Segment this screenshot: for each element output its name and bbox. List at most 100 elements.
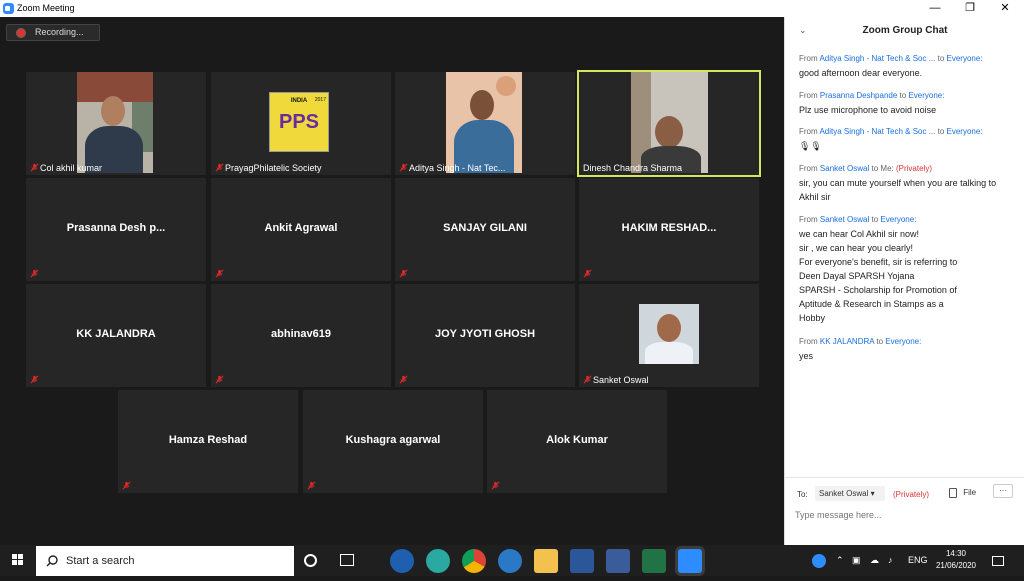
mic-muted-icon [583, 269, 592, 278]
excel-icon[interactable] [642, 549, 666, 573]
active-speaker-tile[interactable]: Dinesh Chandra Sharma [577, 70, 761, 177]
participant-photo [639, 304, 699, 364]
clock-time: 14:30 [945, 549, 967, 558]
logo-text: PPS [278, 111, 320, 133]
word-icon[interactable] [570, 549, 594, 573]
mic-muted-icon [491, 481, 500, 490]
participant-tile[interactable]: HAKIM RESHAD... [579, 178, 759, 281]
file-button[interactable]: File [949, 488, 976, 498]
tray-app-icon[interactable]: ▣ [852, 545, 861, 576]
message-meta: From KK JALANDRA to Everyone: [799, 337, 922, 346]
search-placeholder: Start a search [66, 555, 135, 567]
title-bar: Zoom Meeting — ❐ ✕ [0, 0, 1024, 17]
taskbar: Start a search ⌃ ▣ ☁ ♪ ENG 14:30 21/06/2… [0, 545, 1024, 576]
to-label: To: [797, 490, 808, 499]
message-meta: From Prasanna Deshpande to Everyone: [799, 91, 945, 100]
clock-date: 21/06/2020 [935, 561, 977, 570]
message-text: 🎙🎙 [799, 141, 822, 151]
mic-muted-icon [399, 163, 408, 172]
chat-message: From Aditya Singh - Nat Tech & Soc ... t… [799, 52, 1013, 80]
participant-tile[interactable]: JOY JYOTI GHOSH [395, 284, 575, 387]
message-text: sir, you can mute yourself when you are … [799, 178, 997, 202]
language-indicator[interactable]: ENG [908, 545, 928, 576]
search-icon [46, 555, 58, 567]
mic-muted-icon [215, 269, 224, 278]
participant-tile[interactable]: Hamza Reshad [118, 390, 298, 493]
participant-tile[interactable]: KK JALANDRA [26, 284, 206, 387]
society-logo: INDIA PPS 2017 [269, 92, 329, 152]
help-icon[interactable] [812, 545, 828, 576]
chat-message: From Sanket Oswal to Me: (Privately) sir… [799, 162, 1013, 204]
recipient-select[interactable]: Sanket Oswal ▾ [815, 486, 885, 501]
message-line: For everyone's benefit, sir is referring… [799, 257, 958, 267]
chrome-icon[interactable] [462, 549, 486, 573]
participant-tile[interactable]: SANJAY GILANI [395, 178, 575, 281]
edge-icon[interactable] [426, 549, 450, 573]
chat-panel: ⌄ Zoom Group Chat From Aditya Singh - Na… [784, 17, 1024, 545]
volume-icon[interactable]: ♪ [888, 545, 893, 576]
chat-title: Zoom Group Chat [862, 25, 948, 36]
message-line: Hobby [799, 313, 826, 323]
start-button[interactable] [0, 545, 36, 576]
zoom-logo-icon [3, 3, 14, 14]
participant-name: SANJAY GILANI [443, 222, 527, 234]
mic-muted-icon [399, 375, 408, 384]
video-gallery: Recording... Col akhil kumar INDIA PPS 2… [0, 17, 784, 545]
mic-muted-icon [399, 269, 408, 278]
message-line: sir , we can hear you clearly! [799, 243, 914, 253]
participant-tile[interactable]: Aditya Singh - Nat Tec... [395, 72, 575, 175]
more-button[interactable]: ··· [993, 484, 1013, 498]
minimize-button[interactable]: — [918, 0, 952, 17]
chat-composer: To: Sanket Oswal ▾ (Privately) File ··· [785, 477, 1024, 545]
participant-tile[interactable]: Prasanna Desh p... [26, 178, 206, 281]
chat-message: From Prasanna Deshpande to Everyone: Plz… [799, 89, 1013, 117]
participant-name: JOY JYOTI GHOSH [434, 328, 536, 340]
file-explorer-icon[interactable] [534, 549, 558, 573]
participant-name: KK JALANDRA [76, 328, 156, 340]
message-line: Deen Dayal SPARSH Yojana [799, 271, 915, 281]
participant-tile[interactable]: Kushagra agarwal [303, 390, 483, 493]
participant-label: Sanket Oswal [593, 375, 649, 385]
participant-video [446, 72, 522, 173]
mic-muted-icon [307, 481, 316, 490]
participant-label: Col akhil kumar [40, 163, 103, 173]
participant-video [631, 72, 708, 173]
chevron-up-icon[interactable]: ⌃ [836, 545, 844, 576]
mic-muted-icon [215, 375, 224, 384]
participant-label: Dinesh Chandra Sharma [583, 163, 683, 173]
ie-icon[interactable] [498, 549, 522, 573]
message-text: yes [799, 351, 814, 361]
task-view-icon[interactable] [340, 554, 354, 566]
participant-name: Prasanna Desh p... [66, 222, 166, 234]
file-icon [949, 488, 957, 498]
zoom-taskbar-icon[interactable] [678, 549, 702, 573]
clock[interactable]: 14:30 21/06/2020 [934, 548, 978, 572]
network-icon[interactable]: ☁ [870, 545, 879, 576]
chat-message: From Aditya Singh - Nat Tech & Soc ... t… [799, 125, 1013, 153]
cortana-icon[interactable] [304, 554, 317, 567]
participant-tile[interactable]: Ankit Agrawal [211, 178, 391, 281]
participant-tile[interactable]: Sanket Oswal [579, 284, 759, 387]
restore-button[interactable]: ❐ [953, 0, 987, 17]
participant-tile[interactable]: INDIA PPS 2017 PrayagPhilatelic Society [211, 72, 391, 175]
participant-tile[interactable]: Alok Kumar [487, 390, 667, 493]
mic-muted-icon [122, 481, 131, 490]
mic-muted-icon [30, 163, 39, 172]
mic-muted-icon [215, 163, 224, 172]
participant-name: Alok Kumar [546, 434, 608, 446]
notifications-icon[interactable] [992, 545, 1004, 576]
message-input[interactable] [795, 506, 1015, 524]
participant-tile[interactable]: abhinav619 [211, 284, 391, 387]
participant-tile[interactable]: Col akhil kumar [26, 72, 206, 175]
edge-legacy-icon[interactable] [390, 549, 414, 573]
recording-indicator[interactable]: Recording... [6, 24, 100, 41]
app-icon[interactable] [606, 549, 630, 573]
taskbar-search[interactable]: Start a search [36, 546, 294, 576]
windows-icon [12, 554, 23, 565]
participant-video [77, 72, 153, 173]
chat-message: From KK JALANDRA to Everyone: yes [799, 335, 1013, 363]
private-label: (Privately) [893, 490, 930, 499]
logo-year: 2017 [314, 97, 326, 103]
participant-name: Kushagra agarwal [345, 434, 441, 446]
close-button[interactable]: ✕ [988, 0, 1022, 17]
